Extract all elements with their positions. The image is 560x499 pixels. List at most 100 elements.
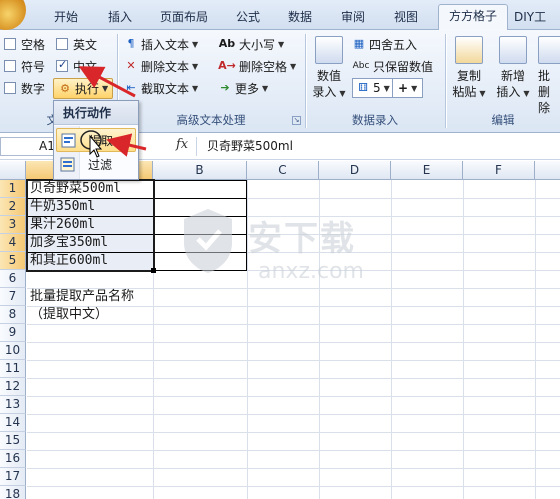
execute-button[interactable]: ⚙ 执行 ▼	[53, 78, 114, 99]
round-icon: ▦	[353, 37, 365, 50]
case-button[interactable]: Ab 大小写 ▼	[218, 34, 284, 54]
cell-a5[interactable]: 和其正600ml	[28, 252, 108, 270]
tab-diy[interactable]: DIY工	[514, 6, 560, 30]
formula-input[interactable]: 贝奇野菜500ml	[196, 137, 560, 156]
row-header-14[interactable]: 14	[0, 414, 26, 432]
chevron-down-icon: ▼	[479, 89, 486, 98]
row-header-5[interactable]: 5	[0, 252, 26, 270]
tab-page-layout[interactable]: 页面布局	[154, 6, 214, 30]
plus-label: +	[398, 81, 409, 95]
cell-a7[interactable]: 批量提取产品名称	[28, 288, 134, 306]
tab-fangfang-gezi[interactable]: 方方格子	[438, 4, 508, 31]
execute-label: 执行	[75, 82, 100, 96]
row-header-15[interactable]: 15	[0, 432, 26, 450]
row-header-7[interactable]: 7	[0, 288, 26, 306]
tab-insert[interactable]: 插入	[104, 6, 136, 30]
dialog-launcher-icon[interactable]: ↘	[292, 116, 301, 125]
fx-icon[interactable]: fx	[176, 137, 188, 152]
fill-handle[interactable]	[151, 268, 156, 273]
tab-home[interactable]: 开始	[50, 6, 82, 30]
batch-delete-button[interactable]: 批 删除	[538, 36, 560, 116]
row-header-6[interactable]: 6	[0, 270, 26, 288]
row-header-8[interactable]: 8	[0, 306, 26, 324]
tab-formulas[interactable]: 公式	[232, 6, 264, 30]
row-header-4[interactable]: 4	[0, 234, 26, 252]
grid-line	[27, 396, 560, 397]
watermark-sub: anxz.com	[258, 259, 364, 284]
grid-line	[27, 378, 560, 379]
column-header-e[interactable]: E	[391, 161, 463, 180]
round-button[interactable]: ▦ 四舍五入	[352, 34, 417, 54]
batch-delete-icon	[538, 36, 560, 64]
copy-paste-button[interactable]: 复制 粘贴 ▼	[450, 36, 488, 102]
more-button[interactable]: ➔ 更多 ▼	[218, 78, 268, 98]
row-header-2[interactable]: 2	[0, 198, 26, 216]
watermark: 安下载 anxz.com	[178, 205, 388, 295]
tab-data[interactable]: 数据	[284, 6, 316, 30]
checkbox-box	[4, 82, 16, 94]
insert-label: 插入	[496, 85, 521, 99]
row-header-17[interactable]: 17	[0, 468, 26, 486]
arrow-right-icon: ➔	[220, 81, 230, 94]
column-header-f[interactable]: F	[463, 161, 535, 180]
keep-value-button[interactable]: Abc 只保留数值	[352, 56, 433, 76]
paste-label: 粘贴	[452, 85, 477, 99]
cell-a1[interactable]: 贝奇野菜500ml	[28, 180, 121, 198]
chevron-down-icon: ▼	[339, 89, 346, 98]
plus-button[interactable]: + ▼	[392, 78, 424, 98]
grid-line	[463, 180, 464, 499]
column-header-d[interactable]: D	[319, 161, 391, 180]
row-header-9[interactable]: 9	[0, 324, 26, 342]
tab-view[interactable]: 视图	[390, 6, 422, 30]
checkbox-space[interactable]: 空格	[4, 34, 45, 54]
cell-a2[interactable]: 牛奶350ml	[28, 198, 95, 216]
shield-logo-icon	[184, 209, 232, 273]
cell-a8[interactable]: （提取中文）	[28, 306, 108, 324]
checkbox-chinese[interactable]: 中文	[56, 56, 97, 76]
new-row-icon	[499, 36, 527, 64]
grid-line	[27, 450, 560, 451]
abc-icon: Abc	[352, 61, 370, 71]
case-label: 大小写	[239, 37, 276, 52]
tab-review[interactable]: 审阅	[337, 6, 369, 30]
checkbox-symbol[interactable]: 符号	[4, 56, 45, 76]
menu-item-extract[interactable]: 提取	[56, 128, 136, 152]
grid-line	[27, 486, 560, 487]
row-header-12[interactable]: 12	[0, 378, 26, 396]
column-header-b[interactable]: B	[153, 161, 247, 180]
value-entry-button[interactable]: 数值 录入 ▼	[310, 36, 348, 102]
grid-line	[27, 360, 560, 361]
keep-value-label: 只保留数值	[373, 59, 434, 74]
cell-a4[interactable]: 加多宝350ml	[28, 234, 108, 252]
row-header-3[interactable]: 3	[0, 216, 26, 234]
group-label-edit: 编辑	[491, 113, 515, 127]
insert-text-button[interactable]: ¶ 插入文本 ▼	[124, 34, 199, 54]
cell-a3[interactable]: 果汁260ml	[28, 216, 95, 234]
delete-space-button[interactable]: A→ 删除空格 ▼	[218, 56, 296, 76]
checkbox-number[interactable]: 数字	[4, 78, 45, 98]
insert-text-icon: ¶	[127, 37, 135, 50]
row-header-18[interactable]: 18	[0, 486, 26, 499]
new-insert-button[interactable]: 新增 插入 ▼	[494, 36, 532, 102]
office-button[interactable]	[0, 0, 26, 30]
menu-item-filter[interactable]: 过滤	[56, 153, 136, 177]
checkbox-english[interactable]: 英文	[56, 34, 97, 54]
column-header-g[interactable]	[535, 161, 560, 180]
extract-text-button[interactable]: ⇤ 截取文本 ▼	[124, 78, 198, 98]
row-header-1[interactable]: 1	[0, 180, 26, 198]
filter-icon	[60, 157, 75, 172]
select-all-corner[interactable]	[0, 161, 26, 180]
spin-selector[interactable]: ⚅ 5 ▼	[352, 78, 394, 98]
delete-text-icon: ✕	[126, 59, 136, 72]
row-header-16[interactable]: 16	[0, 450, 26, 468]
checkbox-box	[4, 38, 16, 50]
extract-text-icon: ⇤	[126, 81, 136, 94]
group-label-advanced: 高级文本处理	[176, 113, 246, 127]
row-header-10[interactable]: 10	[0, 342, 26, 360]
grid-line	[27, 432, 560, 433]
watermark-main: 安下载	[248, 219, 356, 259]
delete-text-button[interactable]: ✕ 删除文本 ▼	[124, 56, 198, 76]
row-header-13[interactable]: 13	[0, 396, 26, 414]
row-header-11[interactable]: 11	[0, 360, 26, 378]
column-header-c[interactable]: C	[247, 161, 319, 180]
